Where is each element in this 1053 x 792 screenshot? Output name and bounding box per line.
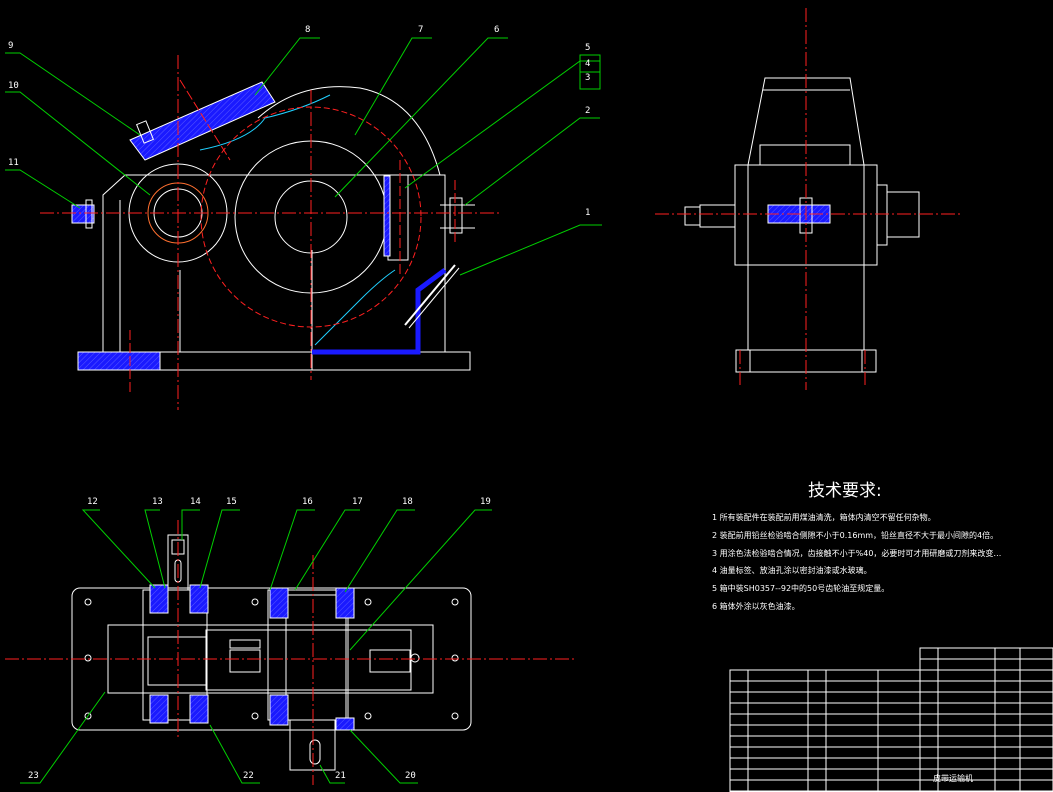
part-number-2: 2 (585, 106, 590, 116)
part-number-labels: 123456789101112 13 14 15 16 17 18 1920212223 (8, 25, 590, 781)
part-number-5: 5 (585, 43, 590, 53)
part-number-16: 16 (302, 497, 313, 507)
part-number-23: 23 (28, 771, 39, 781)
requirement-6: 6 箱体外涂以灰色油漆。 (712, 601, 800, 611)
top-view (71, 534, 472, 771)
front-view (71, 81, 475, 371)
title-block-name: 皮带运输机 (933, 773, 973, 783)
part-number-19: 19 (480, 497, 491, 507)
tech-requirements-list: 1 所有装配件在装配前用煤油清洗，箱体内清空不留任何杂物。 2 装配前用铅丝检验… (712, 512, 1001, 611)
side-view-centerlines (655, 8, 960, 390)
leader-lines (5, 37, 602, 784)
part-number-1: 1 (585, 208, 590, 218)
part-number-14: 14 (190, 497, 201, 507)
part-number-3: 3 (585, 73, 590, 83)
part-number-17: 17 (352, 497, 363, 507)
cad-drawing: 123456789101112 13 14 15 16 17 18 1920212223 技术… (5, 8, 1053, 792)
requirement-3: 3 用涂色法检验啮合情况，齿接触不小于%40，必要时可才用研磨或刀剂来改变… (712, 548, 1001, 558)
part-number-4: 4 (585, 59, 590, 69)
part-number-22: 22 (243, 771, 254, 781)
part-number-18: 18 (402, 497, 413, 507)
requirement-4: 4 油量标签、放油孔涂以密封油漆或水玻璃。 (712, 565, 872, 575)
requirement-1: 1 所有装配件在装配前用煤油清洗，箱体内清空不留任何杂物。 (712, 512, 936, 522)
part-number-21: 21 (335, 771, 346, 781)
parts-list-table (729, 647, 1053, 792)
part-number-11: 11 (8, 158, 19, 168)
part-number-13: 13 (152, 497, 163, 507)
requirement-5: 5 箱中装SH0357--92中的50号齿轮油至规定量。 (712, 583, 889, 593)
part-number-15: 15 (226, 497, 237, 507)
part-number-6: 6 (494, 25, 499, 35)
part-number-20: 20 (405, 771, 416, 781)
part-number-10: 10 (8, 81, 19, 91)
side-view (684, 77, 920, 373)
part-number-8: 8 (305, 25, 310, 35)
part-number-9: 9 (8, 41, 13, 51)
part-number-7: 7 (418, 25, 423, 35)
requirement-2: 2 装配前用铅丝检验啮合侧隙不小于0.16mm，铅丝直径不大于最小间隙的4倍。 (712, 530, 998, 540)
part-number-12: 12 (87, 497, 98, 507)
tech-requirements-title: 技术要求: (808, 481, 882, 501)
